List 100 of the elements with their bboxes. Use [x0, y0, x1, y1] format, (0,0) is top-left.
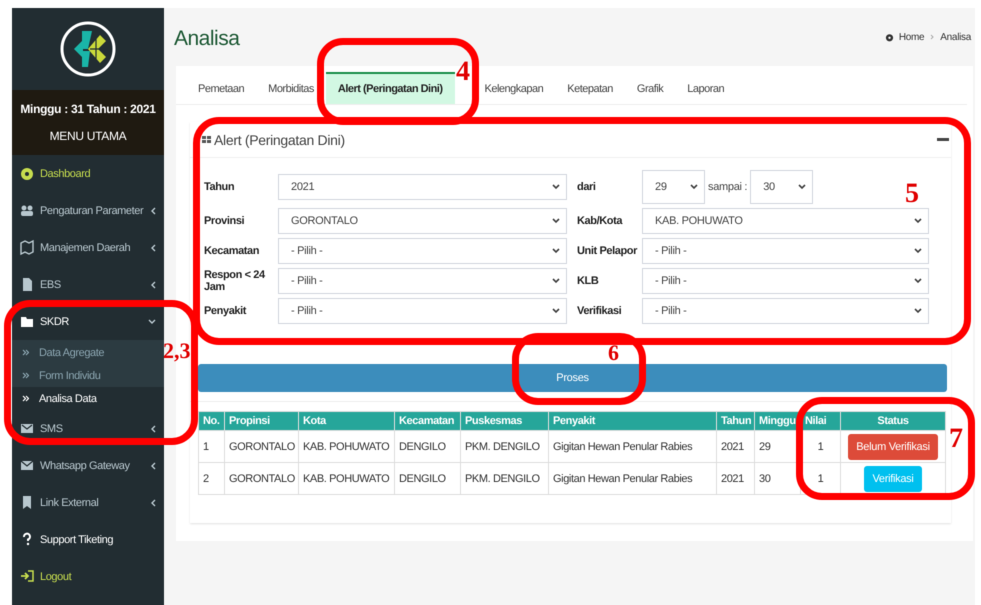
envelope-icon	[20, 458, 34, 473]
menu-heading: MENU UTAMA	[50, 128, 126, 143]
field-label: Kecamatan	[204, 245, 260, 257]
sidebar-item[interactable]: EBS	[12, 266, 164, 303]
minus-icon[interactable]	[937, 138, 949, 142]
double-chevron-icon	[22, 395, 29, 402]
file-icon	[20, 277, 34, 292]
field-label: Respon < 24 Jam	[204, 269, 266, 293]
range-separator: sampai :	[708, 181, 748, 193]
table-cell: 1	[198, 430, 224, 462]
column-header: Propinsi	[224, 412, 298, 430]
table-cell: DENGILO	[394, 430, 460, 462]
annotation-number: 4	[456, 58, 470, 86]
tab[interactable]: Pemetaan	[186, 72, 256, 104]
select-field[interactable]: - Pilih -	[642, 268, 929, 294]
submenu-item[interactable]: Data Agregate	[12, 341, 164, 364]
sidebar-item[interactable]: SMS	[12, 410, 164, 447]
column-header: Nilai	[800, 412, 840, 430]
tab[interactable]: Laporan	[675, 72, 736, 104]
tab[interactable]: Alert (Peringatan Dini)	[326, 72, 455, 104]
table-cell: GORONTALO	[224, 462, 298, 494]
process-button[interactable]: Proses	[198, 364, 947, 392]
submenu-item[interactable]: Analisa Data	[12, 387, 164, 410]
field-label: Verifikasi	[576, 305, 622, 317]
double-chevron-icon	[22, 349, 29, 356]
table-cell: PKM. DENGILO	[460, 430, 548, 462]
tab[interactable]: Morbiditas	[256, 72, 326, 104]
table-cell: GORONTALO	[224, 430, 298, 462]
column-header: Kecamatan	[394, 412, 460, 430]
sidebar-item[interactable]: SKDR	[12, 303, 164, 340]
sidebar-item[interactable]: Dashboard	[12, 155, 164, 192]
table-cell: KAB. POHUWATO	[298, 430, 394, 462]
select-field[interactable]: - Pilih -	[278, 268, 567, 294]
sidebar-item[interactable]: Whatsapp Gateway	[12, 447, 164, 484]
sidebar-item[interactable]: Link External	[12, 484, 164, 521]
table-cell: 2021	[716, 462, 754, 494]
dashboard-icon	[884, 32, 894, 42]
week-info: Minggu : 31 Tahun : 2021	[20, 102, 156, 116]
tab[interactable]: Grafik	[624, 72, 676, 104]
field-label: KLB	[576, 275, 600, 287]
select-field[interactable]: 30	[750, 170, 814, 204]
chevron-icon	[798, 184, 806, 190]
logo-icon	[60, 21, 116, 77]
select-field[interactable]: 2021	[278, 174, 567, 200]
table-cell: Gigitan Hewan Penular Rabies	[548, 430, 716, 462]
map-icon	[20, 240, 34, 255]
column-header: Puskesmas	[460, 412, 548, 430]
field-label: Tahun	[204, 181, 236, 193]
column-header: No.	[198, 412, 224, 430]
tab[interactable]: Kelengkapan	[472, 72, 556, 104]
select-field[interactable]: - Pilih -	[642, 298, 929, 324]
status-button[interactable]: Belum Verifikasi	[848, 434, 938, 460]
chevron-icon	[552, 248, 560, 254]
sidebar-item[interactable]: Logout	[12, 558, 164, 595]
select-field[interactable]: - Pilih -	[642, 238, 929, 264]
panel-title: Alert (Peringatan Dini)	[214, 132, 345, 148]
chevron-icon	[690, 184, 698, 190]
table-cell: Gigitan Hewan Penular Rabies	[548, 462, 716, 494]
folder-icon	[20, 314, 34, 329]
select-field[interactable]: - Pilih -	[278, 298, 567, 324]
submenu-item[interactable]: Form Individu	[12, 364, 164, 387]
tab[interactable]: Ketepatan	[555, 72, 625, 104]
table-cell: 1	[800, 462, 840, 494]
envelope-icon	[20, 421, 34, 436]
annotation-number: 6	[608, 343, 619, 363]
field-label: Penyakit	[204, 305, 248, 317]
question-icon	[20, 532, 34, 547]
dashboard-icon	[20, 166, 34, 181]
chevron-icon	[914, 308, 922, 314]
bookmark-icon	[20, 495, 34, 510]
sidebar-item[interactable]: Pengaturan Parameter	[12, 192, 164, 229]
field-label: Provinsi	[204, 215, 246, 227]
breadcrumb-link[interactable]: Home	[898, 32, 924, 42]
double-chevron-icon	[22, 372, 29, 379]
select-field[interactable]: - Pilih -	[278, 238, 567, 264]
table-cell: 2021	[716, 430, 754, 462]
users-icon	[20, 203, 34, 218]
chevron-icon	[914, 218, 922, 224]
page-title: Analisa	[174, 27, 240, 51]
chevron-icon	[914, 278, 922, 284]
column-header: Tahun	[716, 412, 754, 430]
table-cell: PKM. DENGILO	[460, 462, 548, 494]
table-cell: DENGILO	[394, 462, 460, 494]
table-cell: 2	[198, 462, 224, 494]
chevron-icon	[552, 308, 560, 314]
column-header: Status	[840, 412, 946, 430]
sidebar-item[interactable]: Support Tiketing	[12, 521, 164, 558]
grid-icon	[202, 134, 212, 144]
chevron-icon	[929, 34, 936, 40]
column-header: Penyakit	[548, 412, 716, 430]
chevron-icon	[552, 218, 560, 224]
select-field[interactable]: KAB. POHUWATO	[642, 208, 929, 234]
chevron-icon	[552, 184, 560, 190]
table-cell: KAB. POHUWATO	[298, 462, 394, 494]
select-field[interactable]: 29	[642, 170, 705, 204]
select-field[interactable]: GORONTALO	[278, 208, 567, 234]
sidebar-item[interactable]: Manajemen Daerah	[12, 229, 164, 266]
chevron-icon	[914, 248, 922, 254]
field-label: Unit Pelapor	[576, 245, 638, 257]
field-label: dari	[576, 181, 597, 193]
